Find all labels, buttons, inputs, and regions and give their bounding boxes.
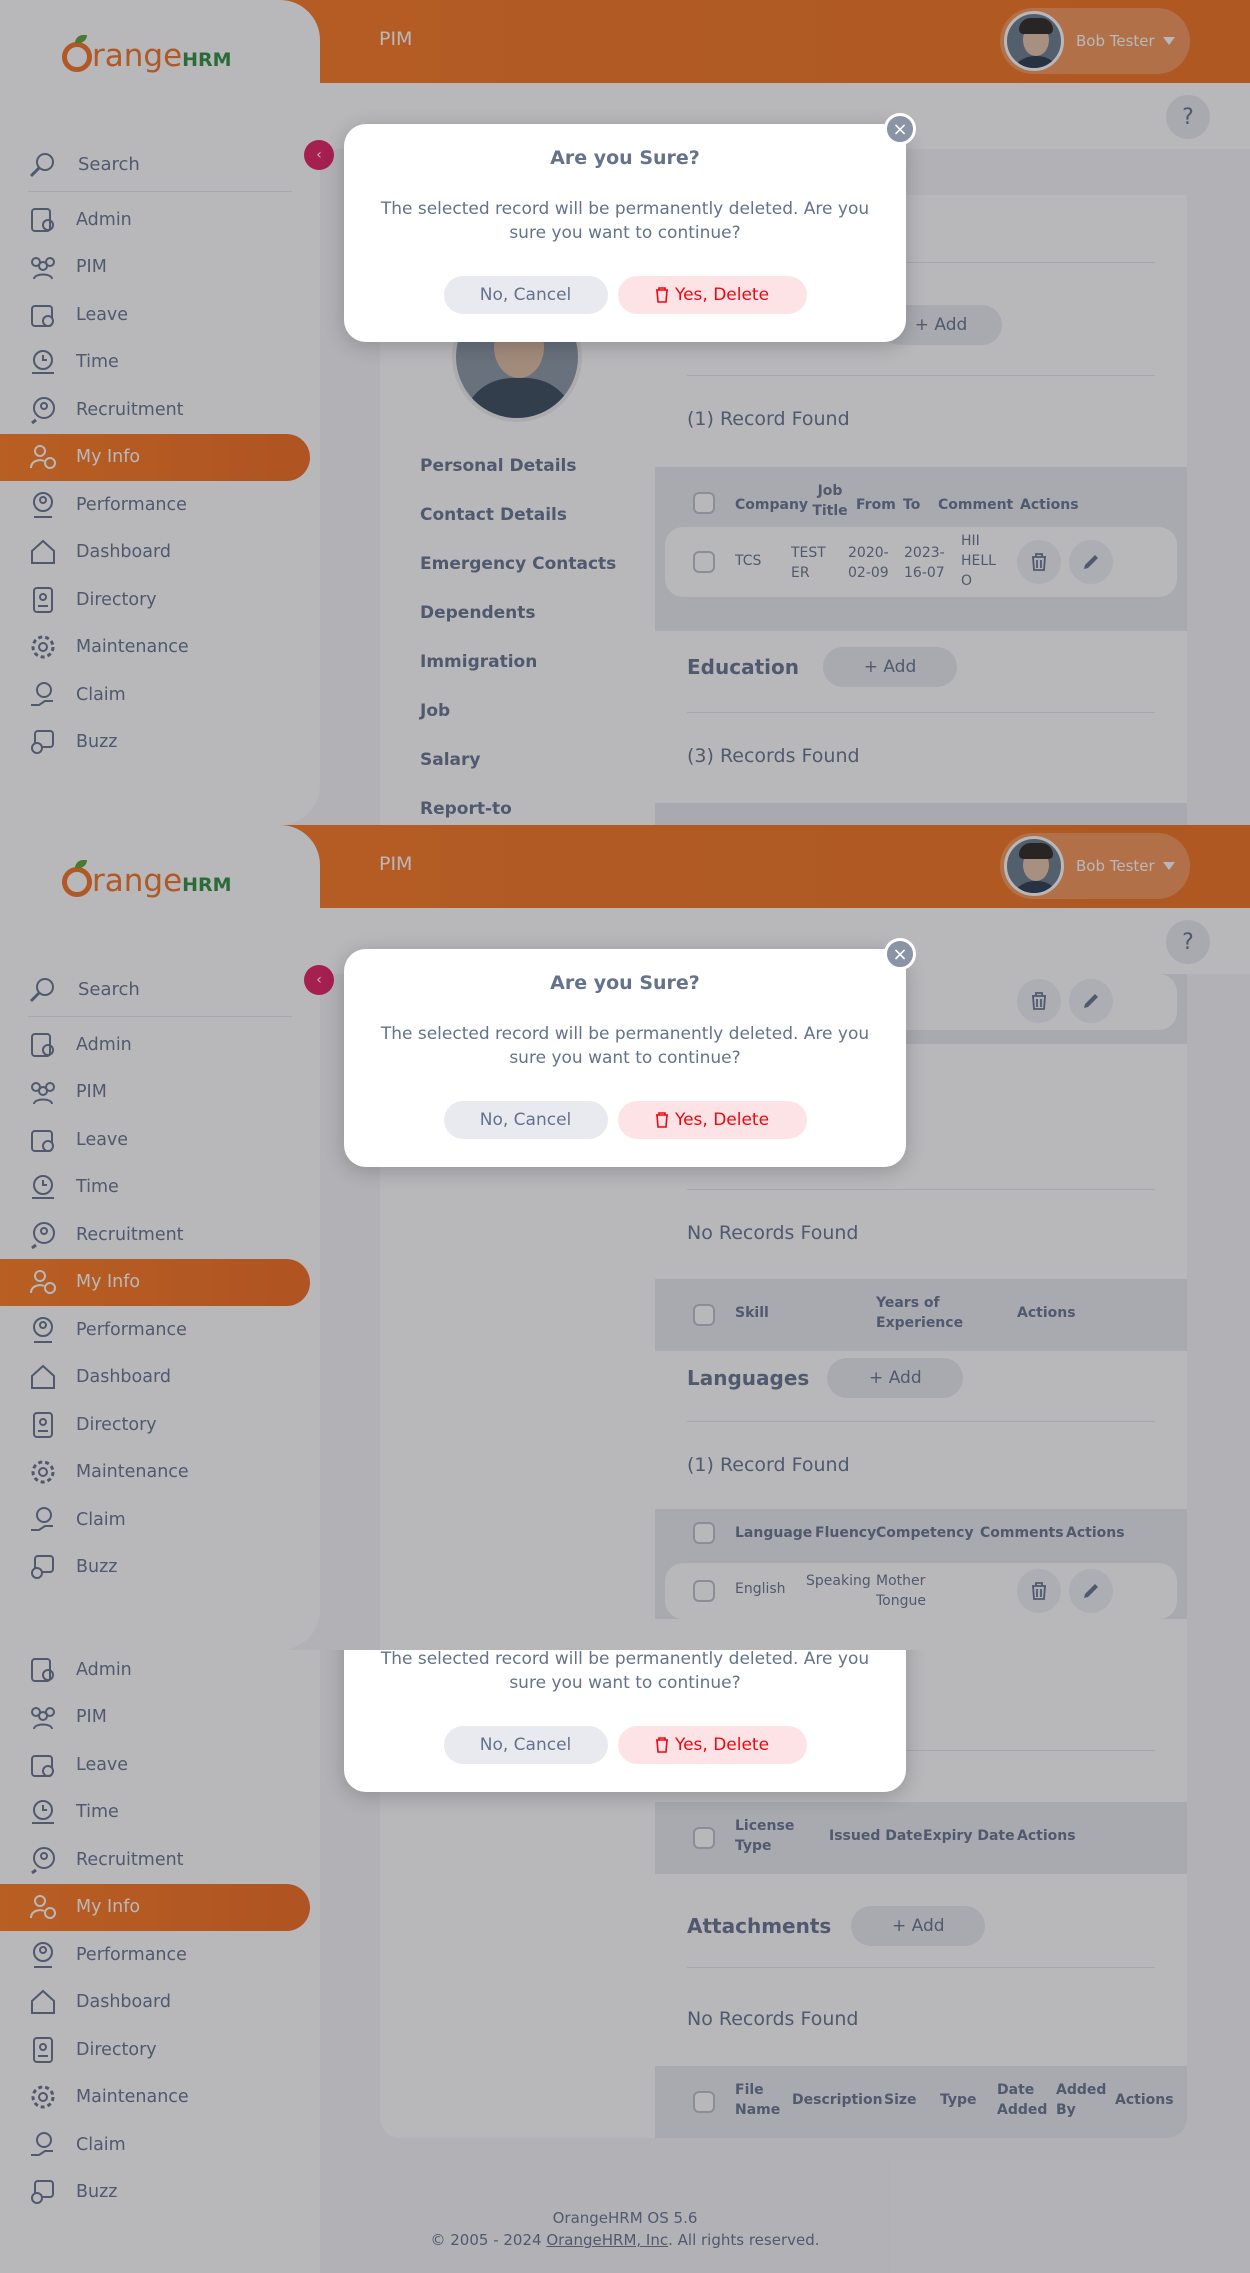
modal-text: The selected record will be permanently …: [380, 199, 870, 243]
modal-text: The selected record will be permanently …: [380, 1650, 870, 1693]
cancel-button[interactable]: No, Cancel: [443, 276, 608, 314]
modal-close-button[interactable]: ×: [884, 938, 916, 970]
modal-text: The selected record will be permanently …: [380, 1024, 870, 1068]
confirm-delete-button[interactable]: Yes, Delete: [617, 276, 807, 314]
cancel-button[interactable]: No, Cancel: [443, 1101, 608, 1139]
confirm-delete-button[interactable]: Yes, Delete: [617, 1726, 807, 1764]
screen-panel-1: PIM Bob Tester ? Personal Details Contac…: [0, 0, 1250, 825]
trash-icon: [655, 287, 668, 303]
trash-icon: [655, 1112, 668, 1128]
modal-title: Are you Sure?: [550, 147, 700, 169]
screen-panel-2: PIM Bob Tester ? No Records Found Skill …: [0, 825, 1250, 1650]
delete-confirm-modal: Are you Sure? The selected record will b…: [344, 124, 906, 342]
cancel-button[interactable]: No, Cancel: [443, 1726, 608, 1764]
modal-close-button[interactable]: ×: [884, 113, 916, 145]
delete-confirm-modal: Are you Sure? The selected record will b…: [344, 949, 906, 1167]
modal-title: Are you Sure?: [550, 972, 700, 994]
trash-icon: [655, 1737, 668, 1753]
delete-confirm-modal: The selected record will be permanently …: [344, 1650, 906, 1792]
confirm-delete-button[interactable]: Yes, Delete: [617, 1101, 807, 1139]
screen-panel-3: License Type Issued Date Expiry Date Act…: [0, 1650, 1250, 2273]
